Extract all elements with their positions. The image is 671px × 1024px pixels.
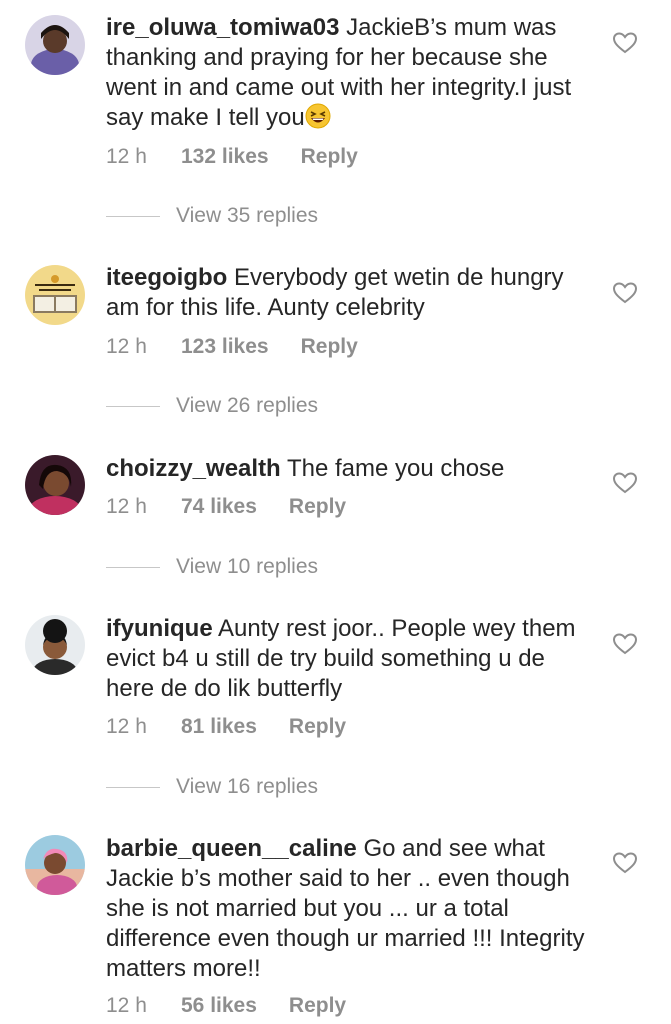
comment-username[interactable]: choizzy_wealth [106,455,281,482]
like-heart-icon[interactable] [612,281,638,305]
likes-count[interactable]: 132 likes [181,145,269,169]
comment-text: ire_oluwa_tomiwa03 JackieB’s mum was tha… [106,13,596,133]
avatar[interactable] [25,835,85,895]
view-replies-label: View 26 replies [176,394,319,417]
comment-time: 12 h [106,715,147,738]
avatar[interactable] [25,455,85,515]
comment-time: 12 h [106,994,147,1017]
likes-count[interactable]: 56 likes [181,994,257,1018]
comment-text: barbie_queen__caline Go and see what Jac… [106,834,596,984]
likes-count[interactable]: 74 likes [181,495,257,519]
avatar[interactable] [25,15,85,75]
reply-button[interactable]: Reply [289,994,346,1018]
like-heart-icon[interactable] [612,471,638,495]
comment-time: 12 h [106,335,147,358]
avatar[interactable] [25,265,85,325]
avatar[interactable] [25,615,85,675]
likes-count[interactable]: 123 likes [181,335,269,359]
view-replies-button[interactable]: View 35 replies [106,204,318,228]
view-replies-label: View 16 replies [176,775,319,798]
reply-button[interactable]: Reply [289,495,346,519]
comment-text: ifyunique Aunty rest joor.. People wey t… [106,614,596,704]
comment-body: The fame you chose [286,455,505,482]
comment-time: 12 h [106,495,147,518]
comment-time: 12 h [106,145,147,168]
like-heart-icon[interactable] [612,31,638,55]
divider-line [106,786,160,788]
reply-button[interactable]: Reply [301,145,358,169]
comment-meta: 12 h 74 likes Reply [106,495,346,519]
divider-line [106,215,160,217]
view-replies-label: View 35 replies [176,204,319,227]
comment-username[interactable]: iteegoigbo [106,264,227,291]
comment-meta: 12 h 56 likes Reply [106,994,346,1018]
comment-username[interactable]: ire_oluwa_tomiwa03 [106,14,339,41]
comment-meta: 12 h 132 likes Reply [106,145,358,169]
view-replies-button[interactable]: View 16 replies [106,775,318,799]
comment-username[interactable]: ifyunique [106,615,213,642]
view-replies-button[interactable]: View 10 replies [106,555,318,579]
likes-count[interactable]: 81 likes [181,715,257,739]
reply-button[interactable]: Reply [289,715,346,739]
view-replies-button[interactable]: View 26 replies [106,394,318,418]
grinning-squinting-face-emoji-icon [305,103,331,129]
reply-button[interactable]: Reply [301,335,358,359]
divider-line [106,405,160,407]
like-heart-icon[interactable] [612,632,638,656]
comment-text: iteegoigbo Everybody get wetin de hungry… [106,263,596,323]
like-heart-icon[interactable] [612,851,638,875]
divider-line [106,566,160,568]
comment-text: choizzy_wealth The fame you chose [106,454,596,484]
comment-meta: 12 h 81 likes Reply [106,715,346,739]
comment-meta: 12 h 123 likes Reply [106,335,358,359]
comment-username[interactable]: barbie_queen__caline [106,835,357,862]
view-replies-label: View 10 replies [176,555,319,578]
